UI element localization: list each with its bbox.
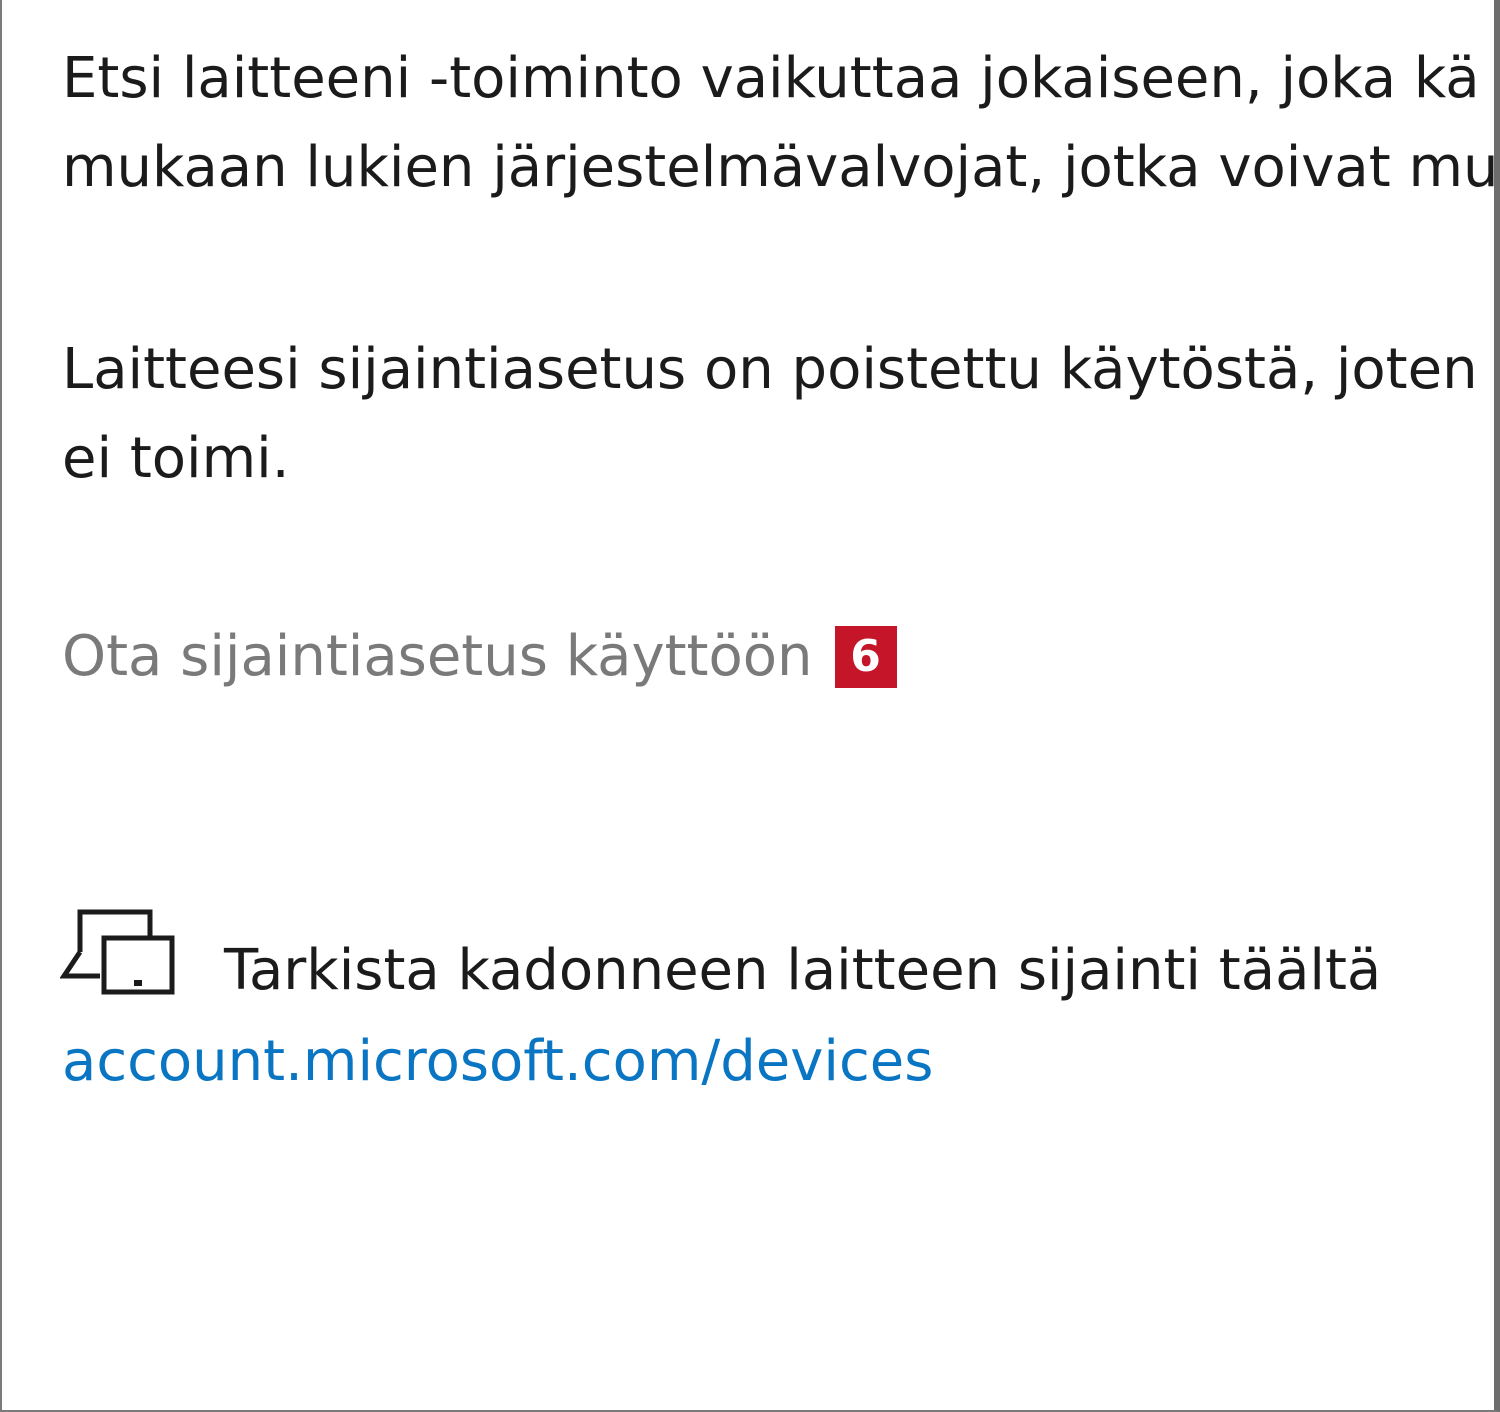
description-line-2: mukaan lukien järjestelmävalvojat, jotka… — [62, 135, 1499, 200]
lost-device-label: Tarkista kadonneen laitteen sijainti tää… — [224, 938, 1382, 1003]
location-status-line-1: Laitteesi sijaintiasetus on poistettu kä… — [62, 337, 1478, 402]
settings-panel: Etsi laitteeni -toiminto vaikuttaa jokai… — [0, 0, 1500, 1412]
location-status-line-2: ei toimi. — [62, 426, 290, 491]
enable-location-link[interactable]: Ota sijaintiasetus käyttöön — [62, 624, 813, 690]
step-badge: 6 — [834, 626, 897, 688]
enable-location-row: Ota sijaintiasetus käyttöön 6 — [62, 624, 897, 690]
devices-icon — [60, 909, 175, 995]
account-devices-link[interactable]: account.microsoft.com/devices — [62, 1026, 933, 1098]
description-section: Etsi laitteeni -toiminto vaikuttaa jokai… — [62, 34, 1499, 503]
description-line-1: Etsi laitteeni -toiminto vaikuttaa jokai… — [62, 46, 1480, 111]
